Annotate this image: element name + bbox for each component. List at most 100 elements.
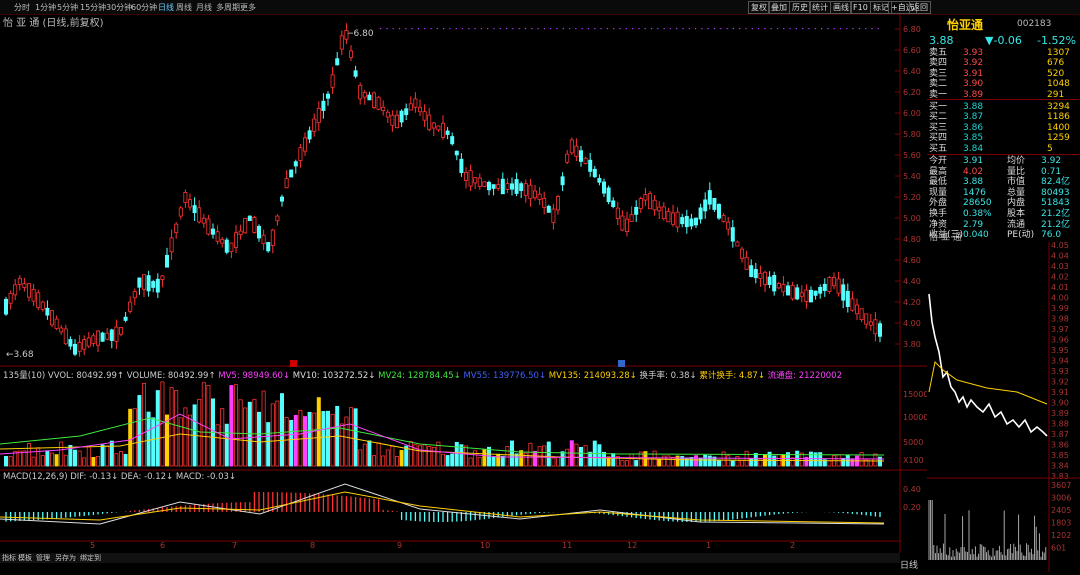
cell: 3.90 bbox=[963, 79, 984, 90]
volume-bar bbox=[86, 446, 91, 467]
toolbar-4-button[interactable]: 画线 bbox=[830, 1, 852, 14]
event-dot bbox=[846, 28, 848, 30]
period-9-button[interactable]: 多周期 bbox=[216, 2, 240, 13]
period-7-button[interactable]: 周线 bbox=[176, 2, 192, 13]
event-dot bbox=[833, 28, 835, 30]
candle-body bbox=[302, 137, 307, 152]
period-label: 日线 bbox=[900, 561, 919, 571]
toolbar-0-button[interactable]: 复权 bbox=[748, 1, 770, 14]
cell: 量比 bbox=[1007, 166, 1026, 177]
buy-row: 买三 3.86 1400 bbox=[929, 123, 1079, 134]
volume-bar bbox=[40, 455, 45, 467]
candle-body bbox=[583, 157, 588, 164]
bottom-tab-2[interactable]: 管理 bbox=[36, 553, 50, 563]
period-2-button[interactable]: 5分钟 bbox=[57, 2, 78, 13]
mini-price-tick: 3.87 bbox=[1051, 430, 1069, 439]
candle-body bbox=[707, 190, 712, 205]
toolbar-1-button[interactable]: 叠加 bbox=[768, 1, 790, 14]
period-5-button[interactable]: 60分钟 bbox=[131, 2, 157, 13]
volume-bar bbox=[440, 453, 445, 467]
event-dot bbox=[644, 28, 646, 30]
period-4-button[interactable]: 30分钟 bbox=[106, 2, 132, 13]
mini-price-tick: 4.01 bbox=[1051, 283, 1069, 292]
stat-row: 现量 1476 总量 80493 bbox=[929, 188, 1079, 199]
candle-body bbox=[151, 281, 156, 288]
candle-body bbox=[643, 194, 648, 201]
price-tick-label: 5.00 bbox=[903, 214, 921, 223]
mini-price-tick: 4.04 bbox=[1051, 252, 1069, 261]
cell: 0.71 bbox=[1041, 166, 1062, 177]
cell: 1476 bbox=[963, 187, 986, 198]
month-label: 2 bbox=[790, 541, 795, 550]
candle-body bbox=[137, 277, 142, 288]
intraday-mini-chart[interactable]: 怡 亚 通 4.05 4.04 4.03 4.02 4.01 4.00 3.99 3.98 3.… bbox=[900, 230, 1080, 572]
toolbar-2-button[interactable]: 历史 bbox=[789, 1, 811, 14]
candle-body bbox=[238, 230, 243, 235]
volume-bar bbox=[325, 410, 330, 467]
volume-bar bbox=[394, 456, 399, 467]
candle-body bbox=[569, 139, 574, 154]
volume-bar bbox=[684, 457, 689, 467]
candle-body bbox=[307, 130, 312, 140]
period-1-button[interactable]: 1分钟 bbox=[35, 2, 56, 13]
volume-bar bbox=[625, 460, 630, 467]
candle-body bbox=[155, 278, 160, 293]
volume-bar bbox=[275, 400, 280, 467]
candle-body bbox=[790, 285, 795, 300]
toolbar-8-button[interactable]: 返回 bbox=[909, 1, 931, 14]
volume-bar bbox=[59, 441, 64, 467]
volume-bar bbox=[330, 413, 335, 467]
period-3-button[interactable]: 15分钟 bbox=[80, 2, 106, 13]
volume-bar bbox=[385, 449, 390, 467]
candle-body bbox=[634, 206, 639, 215]
candle-body bbox=[864, 313, 869, 325]
candle-body bbox=[141, 274, 146, 290]
event-dot bbox=[524, 28, 527, 30]
candle-body bbox=[312, 118, 317, 132]
candle-body bbox=[868, 321, 873, 326]
mini-price-tick: 3.96 bbox=[1051, 336, 1069, 345]
candle-body bbox=[362, 92, 367, 98]
sell-row: 卖三 3.91 520 bbox=[929, 69, 1079, 80]
event-dot bbox=[480, 28, 482, 30]
macd-dea-line bbox=[0, 491, 885, 524]
volume-bar bbox=[312, 412, 317, 467]
period-10-button[interactable]: 更多 bbox=[240, 2, 256, 13]
event-dot bbox=[739, 28, 741, 30]
period-6-button[interactable]: 日线 bbox=[158, 2, 174, 13]
bottom-tab-1[interactable]: 模板 bbox=[18, 553, 32, 563]
event-dot bbox=[537, 28, 539, 30]
cell: 51843 bbox=[1041, 198, 1070, 209]
kline-chart[interactable]: 6.80 6.60 6.40 6.20 6.00 5.80 5.60 5.40 5.20 5.00… bbox=[0, 14, 927, 553]
event-marker bbox=[290, 360, 297, 367]
volume-bar bbox=[367, 440, 372, 467]
period-0-button[interactable]: 分时 bbox=[14, 2, 30, 13]
bottom-tab-3[interactable]: 另存为 bbox=[55, 553, 76, 563]
volume-bar bbox=[229, 385, 234, 467]
event-dot bbox=[562, 28, 564, 30]
candle-body bbox=[109, 329, 114, 341]
bottom-tab-0[interactable]: 指标 bbox=[2, 553, 16, 563]
period-8-button[interactable]: 月线 bbox=[196, 2, 212, 13]
candle-body bbox=[243, 217, 248, 234]
price-tick-label: 6.40 bbox=[903, 67, 921, 76]
price-change: ▼-0.06 bbox=[985, 34, 1022, 47]
candle-body bbox=[804, 289, 809, 302]
candle-body bbox=[763, 271, 768, 285]
volume-bar bbox=[463, 445, 468, 467]
volume-bar bbox=[753, 452, 758, 467]
toolbar-5-button[interactable]: F10 bbox=[850, 1, 871, 14]
vol-ma24-line bbox=[0, 417, 885, 456]
month-label: 6 bbox=[160, 541, 165, 550]
toolbar-3-button[interactable]: 统计 bbox=[809, 1, 831, 14]
mini-price-tick: 3.95 bbox=[1051, 346, 1069, 355]
candle-body bbox=[445, 130, 450, 135]
cell: 最低 bbox=[929, 177, 948, 188]
candle-body bbox=[509, 183, 514, 190]
month-label: 12 bbox=[627, 541, 637, 550]
event-dot bbox=[594, 28, 596, 30]
event-dot bbox=[852, 28, 854, 30]
event-dot bbox=[606, 28, 608, 30]
volume-bar bbox=[427, 446, 432, 467]
bottom-tab-4[interactable]: 绑定到 bbox=[80, 553, 101, 563]
